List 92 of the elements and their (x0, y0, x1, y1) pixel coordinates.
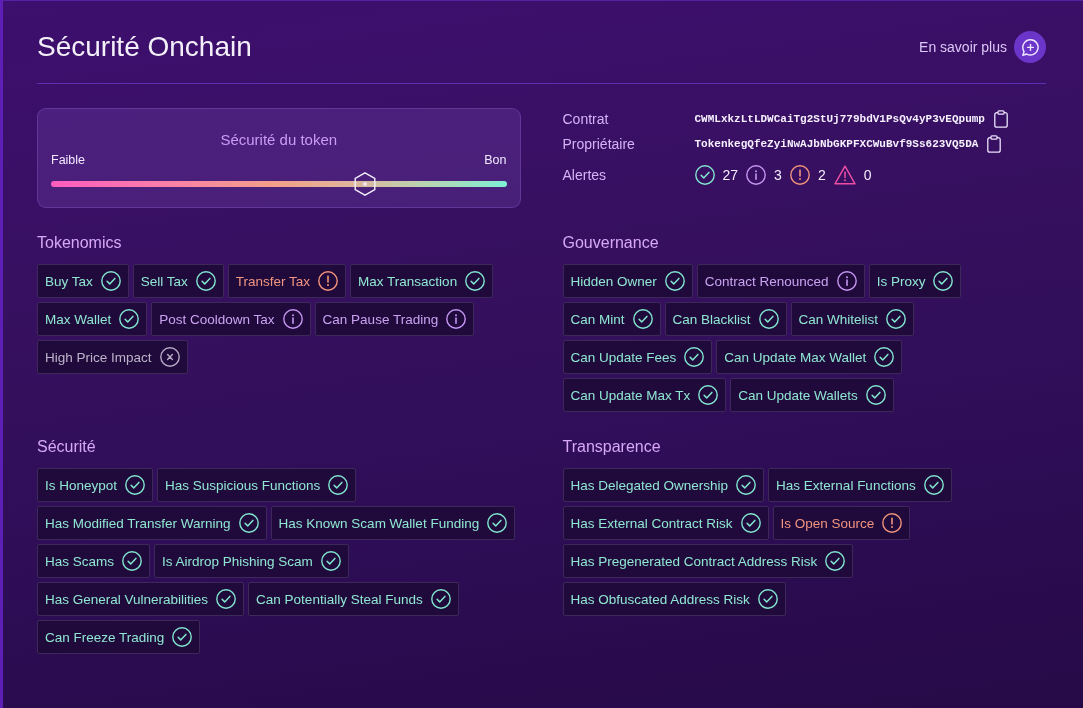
check-label: Contract Renounced (704, 273, 829, 289)
alert-count: 3 (774, 167, 782, 183)
check-label: Can Potentially Steal Funds (256, 591, 423, 607)
check-circle-icon (684, 347, 705, 367)
check-circle-icon (238, 513, 259, 533)
alert-count: 27 (722, 167, 739, 183)
alert-count: 2 (817, 167, 826, 183)
section-title: Sécurité (37, 437, 97, 457)
check-circle-icon (216, 589, 237, 609)
section-title: Tokenomics (37, 233, 123, 253)
clipboard-icon[interactable] (987, 135, 1002, 153)
check-circle-icon (694, 165, 715, 185)
scale-label: Faible (51, 152, 86, 168)
exclamation-circle-icon (789, 165, 810, 185)
scale-label: Bon (484, 152, 507, 168)
check-circle-icon (825, 551, 846, 571)
detail-label: Propriétaire (562, 136, 636, 152)
check-label: Max Transaction (358, 273, 458, 289)
exclamation-circle-icon (318, 271, 339, 291)
page-title: Sécurité Onchain (37, 30, 252, 64)
check-label: Can Pause Trading (322, 311, 439, 327)
check-label: High Price Impact (45, 349, 152, 365)
info-circle-icon (836, 271, 857, 291)
speech-bubble-plus-icon (1021, 38, 1039, 56)
check-circle-icon (664, 271, 685, 291)
check-circle-icon (933, 271, 954, 291)
check-label: Can Mint (570, 311, 625, 327)
check-label: Buy Tax (45, 273, 93, 289)
check-circle-icon (320, 551, 341, 571)
info-circle-icon (446, 309, 467, 329)
check-circle-icon (865, 385, 886, 405)
check-label: Has Pregenerated Contract Address Risk (570, 553, 818, 569)
check-circle-icon (886, 309, 907, 329)
check-circle-icon (758, 309, 779, 329)
warning-triangle-icon (833, 165, 856, 185)
check-circle-icon (328, 475, 349, 495)
check-circle-icon (740, 513, 761, 533)
check-circle-icon (172, 627, 193, 647)
check-label: Has Known Scam Wallet Funding (278, 515, 480, 531)
check-circle-icon (119, 309, 140, 329)
check-label: Can Whitelist (798, 311, 879, 327)
check-label: Can Update Max Tx (570, 387, 691, 403)
chat-button[interactable] (1014, 31, 1046, 63)
check-label: Is Airdrop Phishing Scam (162, 553, 313, 569)
check-label: Has Obfuscated Address Risk (570, 591, 750, 607)
alert-count: 0 (863, 167, 872, 183)
info-circle-icon (282, 309, 303, 329)
check-label: Can Update Max Wallet (724, 349, 867, 365)
learn-more-link[interactable]: En savoir plus (919, 39, 1007, 55)
address-value: TokenkegQfeZyiNwAJbNbGKPFXCWuBvf9Ss623VQ5DA (694, 138, 979, 150)
detail-label: Contrat (562, 111, 610, 127)
section-title: Gouvernance (562, 233, 660, 253)
check-label: Hidden Owner (570, 273, 657, 289)
detail-label: Alertes (562, 167, 608, 183)
check-label: Has Suspicious Functions (165, 477, 321, 493)
check-label: Has Scams (45, 553, 115, 569)
check-label: Max Wallet (45, 311, 112, 327)
info-circle-icon (746, 165, 767, 185)
check-label: Is Open Source (780, 515, 875, 531)
check-label: Has Delegated Ownership (570, 477, 729, 493)
check-label: Can Update Fees (570, 349, 677, 365)
check-circle-icon (923, 475, 944, 495)
exclamation-circle-icon (882, 513, 903, 533)
check-label: Has General Vulnerabilities (45, 591, 209, 607)
check-label: Post Cooldown Tax (159, 311, 275, 327)
check-circle-icon (698, 385, 719, 405)
clipboard-icon[interactable] (993, 110, 1008, 128)
gauge-title: Sécurité du token (219, 130, 339, 150)
check-circle-icon (632, 309, 653, 329)
x-circle-icon (159, 347, 180, 367)
check-circle-icon (100, 271, 121, 291)
address-value: CWMLxkzLtLDWCaiTg2StUj779bdV1PsQv4yP3vEQpump (694, 113, 985, 125)
check-label: Has External Contract Risk (570, 515, 733, 531)
check-circle-icon (125, 475, 146, 495)
check-label: Is Honeypot (45, 477, 118, 493)
check-circle-icon (757, 589, 778, 609)
check-label: Transfer Tax (235, 273, 311, 289)
check-label: Has External Functions (776, 477, 916, 493)
check-label: Can Update Wallets (738, 387, 858, 403)
check-label: Can Blacklist (672, 311, 751, 327)
check-label: Is Proxy (876, 273, 926, 289)
check-circle-icon (487, 513, 508, 533)
check-circle-icon (122, 551, 143, 571)
check-label: Has Modified Transfer Warning (45, 515, 231, 531)
check-circle-icon (195, 271, 216, 291)
check-circle-icon (465, 271, 486, 291)
check-circle-icon (736, 475, 757, 495)
check-label: Sell Tax (140, 273, 188, 289)
check-circle-icon (874, 347, 895, 367)
check-label: Can Freeze Trading (45, 629, 165, 645)
section-title: Transparence (562, 437, 662, 457)
check-circle-icon (430, 589, 451, 609)
